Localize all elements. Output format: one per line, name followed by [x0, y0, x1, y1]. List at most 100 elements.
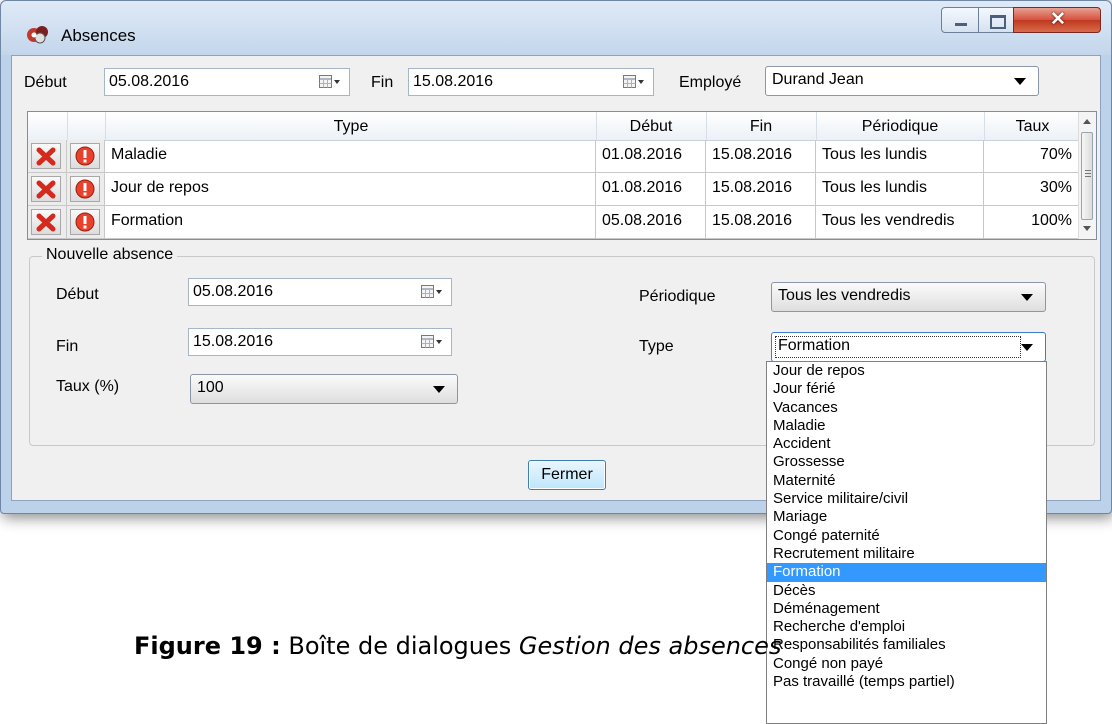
delete-cell — [28, 140, 67, 172]
cell-taux: 70% — [984, 140, 1081, 172]
dropdown-option[interactable]: Jour férié — [767, 380, 1046, 398]
cell-debut: 01.08.2016 — [596, 140, 706, 172]
delete-row-button[interactable] — [31, 176, 61, 202]
warning-icon — [75, 146, 95, 166]
close-button[interactable]: ✕ — [1013, 7, 1101, 33]
taux-select[interactable]: 100 — [190, 374, 458, 404]
warning-row-button[interactable] — [70, 143, 100, 169]
filter-employe-label: Employé — [679, 74, 742, 91]
dropdown-option[interactable]: Formation — [767, 563, 1046, 582]
cell-taux: 30% — [984, 173, 1081, 205]
scroll-down-arrow-icon[interactable] — [1083, 226, 1091, 231]
delete-icon — [36, 180, 56, 199]
new-debut-value: 05.08.2016 — [193, 283, 274, 300]
dropdown-option[interactable]: Déménagement — [767, 600, 1046, 618]
column-header-debut[interactable]: Début — [596, 118, 706, 136]
dropdown-option[interactable]: Accident — [767, 435, 1046, 453]
filter-fin-date-field[interactable]: 15.08.2016 — [408, 68, 654, 96]
delete-row-button[interactable] — [31, 209, 61, 235]
cell-fin: 15.08.2016 — [706, 140, 816, 172]
new-fin-date-field[interactable]: 15.08.2016 — [188, 328, 452, 356]
dropdown-option[interactable]: Maladie — [767, 417, 1046, 435]
warning-cell — [67, 140, 105, 172]
dropdown-option[interactable]: Grossesse — [767, 453, 1046, 471]
dropdown-option[interactable]: Maternité — [767, 472, 1046, 490]
periodique-value: Tous les vendredis — [778, 287, 911, 304]
fermer-button[interactable]: Fermer — [528, 460, 606, 490]
new-debut-label: Début — [56, 286, 99, 303]
column-header-taux[interactable]: Taux — [984, 118, 1081, 136]
group-label: Nouvelle absence — [42, 246, 178, 264]
delete-cell — [28, 206, 67, 238]
dropdown-option[interactable]: Pas travaillé (temps partiel) — [767, 673, 1046, 691]
filter-debut-date-field[interactable]: 05.08.2016 — [104, 68, 350, 96]
taux-value: 100 — [197, 379, 224, 396]
table-row[interactable]: Jour de repos 01.08.2016 15.08.2016 Tous… — [28, 173, 1081, 206]
calendar-icon[interactable] — [623, 75, 645, 89]
cell-periodique: Tous les lundis — [816, 173, 984, 205]
cell-type: Maladie — [105, 140, 596, 172]
filter-debut-label: Début — [24, 74, 67, 91]
employe-select[interactable]: Durand Jean — [765, 66, 1039, 96]
dropdown-option[interactable]: Recrutement militaire — [767, 545, 1046, 563]
calendar-icon[interactable] — [319, 75, 341, 89]
column-header-fin[interactable]: Fin — [706, 118, 816, 136]
chevron-down-icon — [1021, 294, 1033, 301]
warning-row-button[interactable] — [70, 176, 100, 202]
title-bar[interactable]: Absences ✕ — [1, 1, 1111, 55]
app-icon — [27, 26, 48, 44]
delete-icon — [36, 213, 56, 232]
table-row[interactable]: Maladie 01.08.2016 15.08.2016 Tous les l… — [28, 140, 1081, 173]
calendar-icon[interactable] — [421, 335, 443, 349]
employe-value: Durand Jean — [772, 71, 864, 88]
close-icon: ✕ — [1050, 9, 1066, 30]
chevron-down-icon — [1014, 78, 1026, 85]
minimize-icon — [955, 23, 967, 26]
cell-fin: 15.08.2016 — [706, 206, 816, 238]
header-separator — [67, 112, 68, 140]
calendar-icon[interactable] — [421, 285, 443, 299]
scroll-up-arrow-icon[interactable] — [1083, 119, 1091, 124]
grip-line — [1085, 176, 1091, 177]
grid-vertical-scrollbar[interactable] — [1078, 112, 1096, 239]
caption-italic: Gestion des absences — [518, 632, 782, 660]
grip-line — [1085, 170, 1091, 171]
minimize-button[interactable] — [941, 7, 979, 33]
scrollbar-thumb[interactable] — [1081, 132, 1093, 220]
table-row[interactable]: Formation 05.08.2016 15.08.2016 Tous les… — [28, 206, 1081, 239]
new-fin-value: 15.08.2016 — [193, 333, 274, 350]
type-value: Formation — [778, 337, 851, 354]
dropdown-option[interactable]: Congé paternité — [767, 527, 1046, 545]
absences-grid[interactable]: Type Début Fin Périodique Taux Maladie 0… — [27, 111, 1097, 240]
type-select[interactable]: Formation — [771, 332, 1046, 362]
periodique-select[interactable]: Tous les vendredis — [771, 282, 1046, 312]
periodique-label: Périodique — [639, 288, 716, 305]
column-header-type[interactable]: Type — [106, 118, 596, 136]
new-debut-date-field[interactable]: 05.08.2016 — [188, 278, 452, 306]
dropdown-option[interactable]: Jour de repos — [767, 362, 1046, 380]
cell-debut: 05.08.2016 — [596, 206, 706, 238]
cell-debut: 01.08.2016 — [596, 173, 706, 205]
maximize-button[interactable] — [978, 7, 1014, 33]
caption-text: Boîte de dialogues — [280, 632, 519, 660]
chevron-down-icon — [433, 386, 445, 393]
dropdown-option[interactable]: Décès — [767, 582, 1046, 600]
window-title: Absences — [61, 26, 136, 45]
cell-fin: 15.08.2016 — [706, 173, 816, 205]
delete-row-button[interactable] — [31, 143, 61, 169]
dropdown-option[interactable]: Vacances — [767, 399, 1046, 417]
dropdown-option[interactable]: Service militaire/civil — [767, 490, 1046, 508]
warning-row-button[interactable] — [70, 209, 100, 235]
dropdown-option[interactable]: Mariage — [767, 508, 1046, 526]
dropdown-option[interactable]: Congé non payé — [767, 655, 1046, 673]
chevron-down-icon — [1021, 344, 1033, 351]
type-dropdown-list[interactable]: Jour de repos Jour férié Vacances Maladie Ac… — [766, 361, 1047, 724]
new-fin-label: Fin — [56, 338, 79, 355]
delete-cell — [28, 173, 67, 205]
warning-cell — [67, 206, 105, 238]
column-header-periodique[interactable]: Périodique — [816, 118, 984, 136]
dropdown-option[interactable]: Recherche d'emploi — [767, 618, 1046, 636]
cell-type: Formation — [105, 206, 596, 238]
delete-icon — [36, 147, 56, 166]
dropdown-option[interactable]: Responsabilités familiales — [767, 636, 1046, 654]
